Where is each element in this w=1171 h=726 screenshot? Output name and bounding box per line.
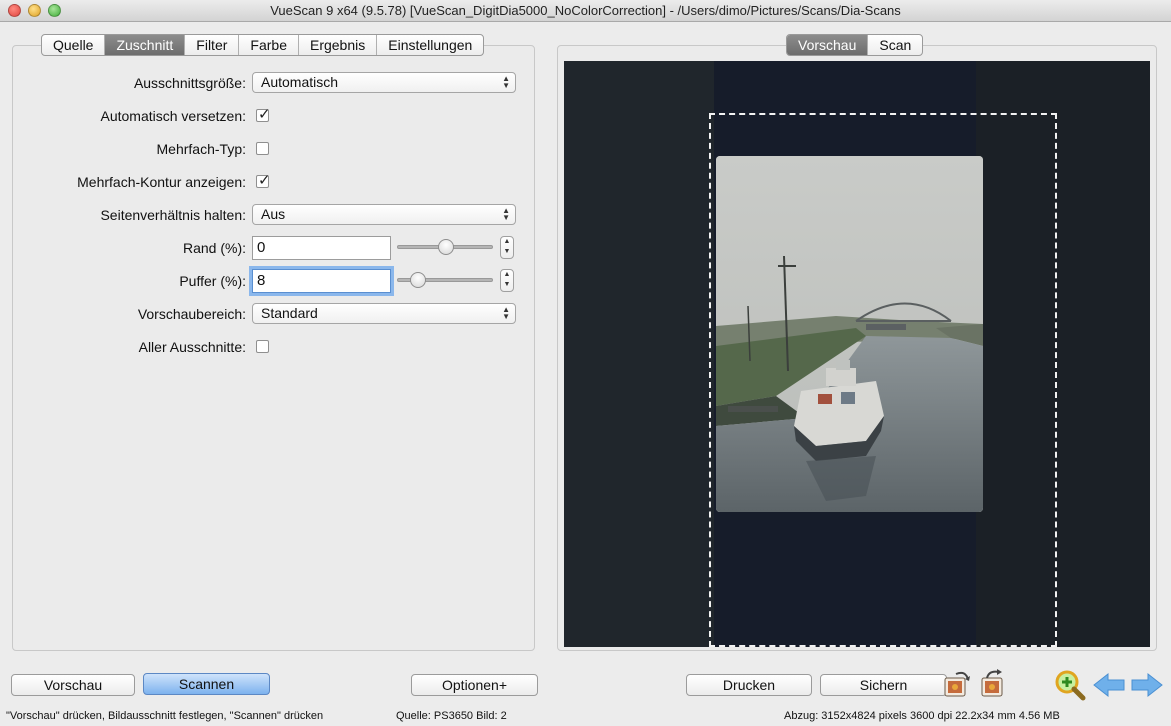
checkmark-icon: ✓: [258, 106, 271, 123]
arrow-left-icon[interactable]: [1092, 672, 1126, 701]
buffer-slider-knob[interactable]: [410, 272, 426, 288]
preview-button[interactable]: Vorschau: [11, 674, 135, 696]
zoom-window-button[interactable]: [48, 4, 61, 17]
all-crops-checkbox[interactable]: [256, 340, 269, 353]
tab-scan[interactable]: Scan: [868, 35, 922, 55]
multi-outline-label: Mehrfach-Kontur anzeigen:: [77, 174, 246, 190]
tab-zuschnitt[interactable]: Zuschnitt: [105, 35, 186, 55]
zoom-in-icon[interactable]: [1053, 668, 1087, 705]
border-row: Rand (%):: [6, 237, 246, 259]
preview-area-row: Vorschaubereich:: [6, 303, 246, 325]
checkmark-icon: ✓: [258, 172, 271, 189]
options-button[interactable]: Optionen+: [411, 674, 538, 696]
arrow-right-icon[interactable]: [1130, 672, 1164, 701]
all-crops-label: Aller Ausschnitte:: [138, 339, 246, 355]
rotate-right-icon[interactable]: [979, 668, 1009, 701]
tab-filter[interactable]: Filter: [185, 35, 240, 55]
border-stepper[interactable]: ▲ ▼: [500, 236, 514, 259]
preview-area-label: Vorschaubereich:: [137, 306, 246, 322]
border-label: Rand (%):: [182, 240, 246, 256]
border-slider-knob[interactable]: [438, 239, 454, 255]
multi-type-checkbox[interactable]: [256, 142, 269, 155]
minimize-window-button[interactable]: [28, 4, 41, 17]
auto-offset-checkbox[interactable]: ✓: [256, 106, 271, 123]
border-input[interactable]: 0: [252, 236, 391, 260]
crop-size-value: Automatisch: [261, 74, 339, 90]
tab-einstellungen[interactable]: Einstellungen: [377, 35, 483, 55]
scan-button[interactable]: Scannen: [143, 673, 270, 695]
close-window-button[interactable]: [8, 4, 21, 17]
crop-size-row: Ausschnittsgröße:: [6, 72, 246, 94]
print-button[interactable]: Drucken: [686, 674, 812, 696]
auto-offset-label: Automatisch versetzen:: [100, 108, 246, 124]
multi-type-row: Mehrfach-Typ:: [6, 138, 246, 160]
status-source: Quelle: PS3650 Bild: 2: [396, 710, 507, 722]
tab-farbe[interactable]: Farbe: [239, 35, 299, 55]
crop-size-label: Ausschnittsgröße:: [133, 75, 246, 91]
aspect-ratio-label: Seitenverhältnis halten:: [100, 207, 246, 223]
auto-offset-row: Automatisch versetzen:: [6, 105, 246, 127]
preview-image[interactable]: [564, 61, 1150, 647]
crop-size-select[interactable]: Automatisch ▲ ▼: [252, 72, 516, 93]
tab-quelle[interactable]: Quelle: [42, 35, 106, 55]
all-crops-row: Aller Ausschnitte:: [6, 336, 246, 358]
window-title: VueScan 9 x64 (9.5.78) [VueScan_DigitDia…: [270, 3, 901, 18]
status-hint: "Vorschau" drücken, Bildausschnitt festl…: [6, 710, 324, 722]
preview-area-value: Standard: [261, 305, 318, 321]
preview-area-select[interactable]: Standard ▲ ▼: [252, 303, 516, 324]
aspect-ratio-row: Seitenverhältnis halten:: [6, 204, 246, 226]
buffer-stepper[interactable]: ▲ ▼: [500, 269, 514, 292]
window-titlebar: VueScan 9 x64 (9.5.78) [VueScan_DigitDia…: [0, 0, 1171, 22]
buffer-row: Puffer (%):: [6, 270, 246, 292]
multi-type-label: Mehrfach-Typ:: [156, 141, 246, 157]
save-button[interactable]: Sichern: [820, 674, 947, 696]
status-output: Abzug: 3152x4824 pixels 3600 dpi 22.2x34…: [784, 710, 1060, 722]
buffer-label: Puffer (%):: [179, 273, 246, 289]
buffer-input[interactable]: 8: [252, 269, 391, 293]
crop-selection-rect[interactable]: [709, 113, 1057, 647]
tab-ergebnis[interactable]: Ergebnis: [299, 35, 378, 55]
multi-outline-checkbox[interactable]: ✓: [256, 172, 271, 189]
aspect-ratio-value: Aus: [261, 206, 286, 222]
select-arrows-icon: ▲ ▼: [502, 206, 510, 222]
view-tabs: Vorschau Scan: [786, 34, 924, 56]
aspect-ratio-select[interactable]: Aus ▲ ▼: [252, 204, 516, 225]
select-arrows-icon: ▲ ▼: [502, 305, 510, 321]
tab-vorschau[interactable]: Vorschau: [787, 35, 869, 55]
rotate-left-icon[interactable]: [942, 668, 972, 701]
select-arrows-icon: ▲ ▼: [502, 74, 510, 90]
settings-tabs: Quelle Zuschnitt Filter Farbe Ergebnis E…: [41, 34, 485, 56]
multi-outline-row: Mehrfach-Kontur anzeigen:: [6, 171, 246, 193]
